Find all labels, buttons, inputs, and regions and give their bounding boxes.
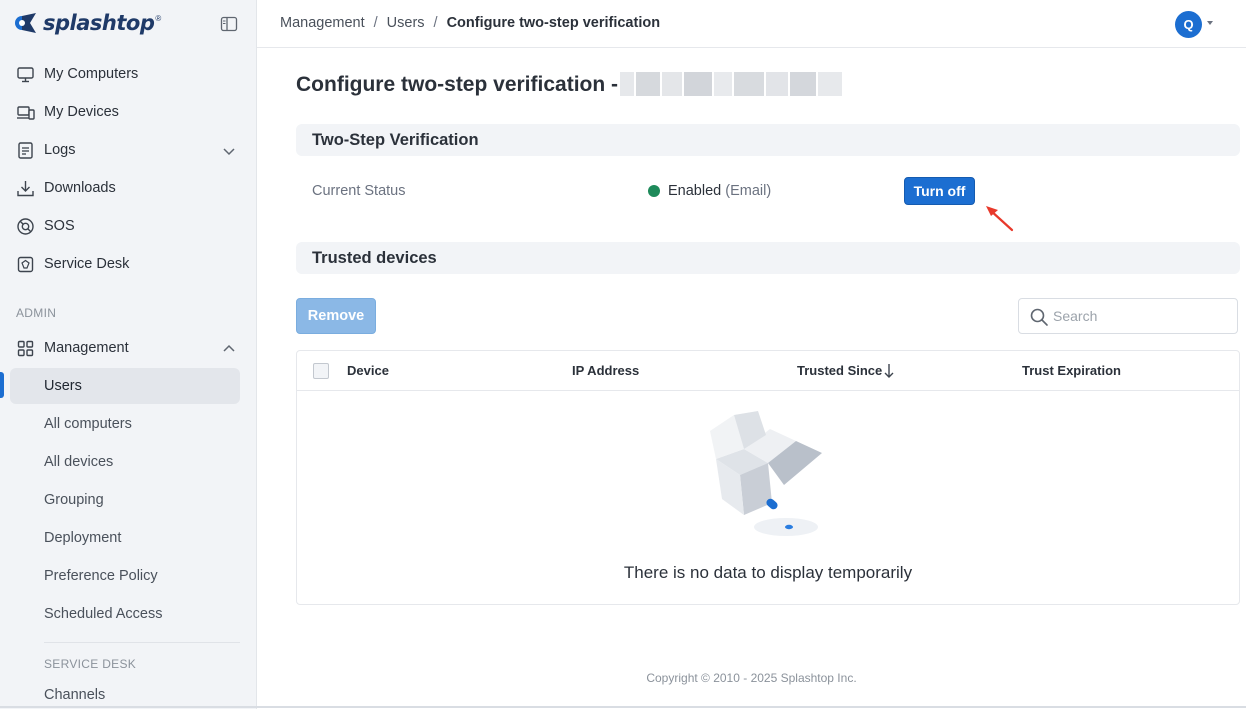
column-header-device[interactable]: Device — [347, 363, 389, 378]
column-header-trusted-since[interactable]: Trusted Since — [797, 363, 882, 378]
column-header-trust-expiration[interactable]: Trust Expiration — [1022, 363, 1121, 378]
breadcrumb-users[interactable]: Users — [387, 15, 425, 31]
sidebar-subitem-label: Users — [44, 378, 82, 394]
sidebar-subitem-preference-policy[interactable]: Preference Policy — [10, 558, 240, 594]
sidebar-item-label: My Devices — [44, 104, 119, 120]
sidebar-subitem-label: Deployment — [44, 530, 122, 546]
sos-icon — [17, 218, 34, 235]
sidebar-subitem-all-computers[interactable]: All computers — [10, 406, 240, 442]
sidebar-item-service-desk[interactable]: Service Desk — [0, 245, 257, 283]
sidebar-subitem-label: All devices — [44, 454, 114, 470]
status-value: Enabled (Email) — [668, 183, 771, 199]
brand-name: splashtop — [43, 11, 155, 35]
empty-box-icon — [710, 411, 822, 536]
search-input[interactable] — [1053, 305, 1229, 327]
sidebar-item-label: Downloads — [44, 180, 116, 196]
trusted-devices-table: Device IP Address Trusted Since Trust Ex… — [296, 350, 1240, 605]
sidebar-subitem-deployment[interactable]: Deployment — [10, 520, 240, 556]
search-icon — [1030, 308, 1048, 326]
sidebar-item-my-computers[interactable]: My Computers — [0, 55, 257, 93]
sidebar-item-label: Service Desk — [44, 256, 130, 272]
bottom-border — [0, 706, 1246, 708]
breadcrumb: Management / Users / Configure two-step … — [280, 15, 660, 31]
status-method-text: (Email) — [725, 183, 772, 199]
sidebar-item-label: Logs — [44, 142, 76, 158]
table-header: Device IP Address Trusted Since Trust Ex… — [297, 351, 1239, 391]
sidebar-divider — [44, 642, 240, 643]
trusted-devices-section-header: Trusted devices — [296, 242, 1240, 274]
sidebar-subitem-label: Channels — [44, 687, 106, 703]
page-title: Configure two-step verification - — [296, 73, 619, 96]
sidebar-subitem-all-devices[interactable]: All devices — [10, 444, 240, 480]
caret-down-icon[interactable] — [1207, 21, 1213, 25]
sidebar-subitem-grouping[interactable]: Grouping — [10, 482, 240, 518]
turn-off-button[interactable]: Turn off — [904, 177, 975, 205]
user-avatar[interactable]: Q — [1175, 11, 1202, 38]
breadcrumb-separator: / — [373, 15, 378, 31]
sidebar-subitem-label: All computers — [44, 416, 132, 432]
sidebar-collapse-icon[interactable] — [220, 15, 238, 33]
admin-section-label: ADMIN — [16, 306, 57, 320]
current-status-label: Current Status — [312, 183, 406, 199]
section-title: Trusted devices — [312, 249, 437, 267]
top-header: Management / Users / Configure two-step … — [257, 0, 1246, 48]
sidebar-subitem-label: Preference Policy — [44, 568, 158, 584]
sidebar-item-logs[interactable]: Logs — [0, 131, 257, 169]
log-icon — [18, 142, 33, 159]
select-all-checkbox[interactable] — [313, 363, 329, 379]
sidebar-item-downloads[interactable]: Downloads — [0, 169, 257, 207]
service-desk-section-label: SERVICE DESK — [44, 657, 137, 671]
sidebar-subitem-label: Scheduled Access — [44, 606, 163, 622]
chevron-down-icon — [223, 148, 235, 156]
breadcrumb-current: Configure two-step verification — [446, 15, 661, 31]
devices-icon — [17, 106, 35, 120]
sidebar-item-label: My Computers — [44, 66, 139, 82]
status-enabled-text: Enabled — [668, 183, 722, 199]
breadcrumb-management[interactable]: Management — [280, 15, 365, 31]
splashtop-logo[interactable]: splashtop ® — [14, 10, 161, 36]
two-step-section-header: Two-Step Verification — [296, 124, 1240, 156]
sidebar-item-label: Management — [44, 340, 129, 356]
remove-button[interactable]: Remove — [296, 298, 376, 334]
column-header-ip-address[interactable]: IP Address — [572, 363, 639, 378]
breadcrumb-separator: / — [433, 15, 438, 31]
monitor-icon — [17, 67, 34, 83]
sidebar-item-sos[interactable]: SOS — [0, 207, 257, 245]
status-dot-icon — [648, 185, 660, 197]
grid-icon — [17, 340, 34, 357]
sidebar-subitem-scheduled-access[interactable]: Scheduled Access — [10, 596, 240, 632]
sidebar-subitem-users[interactable]: Users — [10, 368, 240, 404]
sort-descending-icon[interactable] — [883, 362, 895, 379]
sidebar-subitem-label: Grouping — [44, 492, 104, 508]
download-icon — [17, 181, 34, 197]
sidebar-item-management[interactable]: Management — [0, 329, 257, 367]
section-title: Two-Step Verification — [312, 131, 479, 149]
chevron-up-icon — [223, 344, 235, 352]
sidebar: splashtop ® My Computers My Devices Logs… — [0, 0, 257, 709]
annotation-arrow-icon — [986, 206, 1014, 232]
active-indicator — [0, 372, 4, 398]
brand-registered-mark: ® — [155, 13, 162, 23]
service-desk-icon — [17, 256, 34, 273]
copyright-footer: Copyright © 2010 - 2025 Splashtop Inc. — [646, 671, 857, 685]
splashtop-logo-icon — [15, 13, 36, 33]
sidebar-subitem-channels[interactable]: Channels — [10, 677, 240, 709]
redacted-username — [620, 72, 842, 96]
sidebar-item-label: SOS — [44, 218, 75, 234]
sidebar-item-my-devices[interactable]: My Devices — [0, 93, 257, 131]
search-box[interactable] — [1018, 298, 1238, 334]
empty-state-message: There is no data to display temporarily — [623, 563, 913, 582]
